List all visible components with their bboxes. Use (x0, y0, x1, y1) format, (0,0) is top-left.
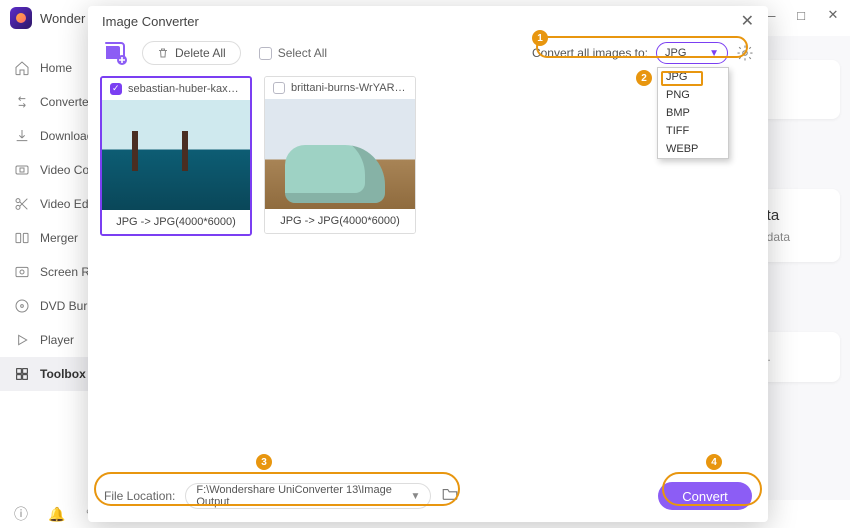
image-thumbnail (102, 100, 250, 210)
compress-icon (14, 162, 30, 178)
trash-icon (157, 47, 169, 59)
format-option-tiff[interactable]: TIFF (658, 122, 728, 140)
folder-icon (441, 485, 459, 503)
dialog-footer: File Location: F:\Wondershare UniConvert… (88, 470, 768, 522)
disc-icon (14, 298, 30, 314)
delete-all-label: Delete All (175, 46, 226, 60)
add-image-button[interactable] (102, 40, 128, 66)
play-icon (14, 332, 30, 348)
select-all-label: Select All (278, 46, 327, 60)
sidebar-item-label: Converter (40, 95, 93, 109)
annotation-badge-2: 2 (636, 70, 652, 86)
image-checkbox[interactable] (110, 83, 122, 95)
image-filename: brittani-burns-WrYAR-yD... (291, 82, 407, 94)
app-title: Wonder (40, 11, 85, 26)
record-icon (14, 264, 30, 280)
chevron-down-icon: ▼ (709, 48, 719, 59)
convert-icon (14, 94, 30, 110)
file-location-label: File Location: (104, 489, 175, 503)
gear-icon (736, 44, 754, 62)
dialog-close-button[interactable]: ✕ (741, 11, 754, 31)
image-item[interactable]: brittani-burns-WrYAR-yD... JPG -> JPG(40… (264, 76, 416, 234)
dialog-title: Image Converter (102, 14, 199, 29)
image-item[interactable]: sebastian-huber-kax6gD... JPG -> JPG(400… (100, 76, 252, 236)
sidebar-item-label: Video Editor (40, 197, 94, 211)
delete-all-button[interactable]: Delete All (142, 41, 241, 65)
format-dropdown: JPG PNG BMP TIFF WEBP (657, 67, 729, 159)
close-button[interactable]: ✕ (826, 8, 840, 22)
app-logo-icon (10, 7, 32, 29)
scissors-icon (14, 196, 30, 212)
format-option-jpg[interactable]: JPG (658, 68, 728, 86)
app-window: Wonder — □ ✕ Home Converter Downloader V… (0, 0, 850, 528)
annotation-badge-1: 1 (532, 30, 548, 46)
format-option-png[interactable]: PNG (658, 86, 728, 104)
image-converter-dialog: Image Converter ✕ Delete All Select All … (88, 6, 768, 522)
annotation-badge-3: 3 (256, 454, 272, 470)
convert-button[interactable]: Convert (658, 482, 752, 510)
image-checkbox[interactable] (273, 82, 285, 94)
selected-format: JPG (665, 47, 686, 59)
convert-to-label: Convert all images to: (532, 46, 648, 60)
sidebar-item-label: Merger (40, 231, 78, 245)
toolbox-icon (14, 366, 30, 382)
settings-button[interactable] (736, 44, 754, 62)
dialog-toolbar: Delete All Select All Convert all images… (88, 36, 768, 70)
image-conversion-info: JPG -> JPG(4000*6000) (265, 209, 415, 233)
annotation-badge-4: 4 (706, 454, 722, 470)
window-controls: — □ ✕ (762, 8, 840, 22)
output-path-value: F:\Wondershare UniConverter 13\Image Out… (196, 484, 410, 508)
chevron-down-icon: ▼ (410, 491, 420, 502)
toolbar-right: Convert all images to: JPG ▼ JPG PNG BMP… (532, 42, 754, 64)
merge-icon (14, 230, 30, 246)
download-icon (14, 128, 30, 144)
notifications-icon[interactable]: 🔔 (48, 506, 65, 523)
format-option-bmp[interactable]: BMP (658, 104, 728, 122)
output-format-select[interactable]: JPG ▼ JPG PNG BMP TIFF WEBP (656, 42, 728, 64)
image-item-header: brittani-burns-WrYAR-yD... (265, 77, 415, 99)
sidebar-item-label: Screen Recorder (40, 265, 94, 279)
sidebar-item-label: Player (40, 333, 74, 347)
dialog-header: Image Converter ✕ (88, 6, 768, 36)
image-conversion-info: JPG -> JPG(4000*6000) (102, 210, 250, 234)
open-folder-button[interactable] (441, 485, 463, 507)
home-icon (14, 60, 30, 76)
sidebar-item-label: DVD Burner (40, 299, 94, 313)
image-item-header: sebastian-huber-kax6gD... (102, 78, 250, 100)
maximize-button[interactable]: □ (794, 8, 808, 22)
sidebar-item-label: Toolbox (40, 367, 86, 381)
sidebar-item-label: Home (40, 61, 72, 75)
image-filename: sebastian-huber-kax6gD... (128, 83, 242, 95)
select-all-checkbox[interactable]: Select All (259, 46, 327, 60)
format-option-webp[interactable]: WEBP (658, 140, 728, 158)
checkbox-icon (259, 47, 272, 60)
help-icon[interactable]: ⓘ (14, 504, 28, 524)
sidebar-item-label: Video Compressor (40, 163, 94, 177)
sidebar-item-label: Downloader (40, 129, 94, 143)
image-thumbnail (265, 99, 415, 209)
output-path-select[interactable]: F:\Wondershare UniConverter 13\Image Out… (185, 483, 431, 509)
